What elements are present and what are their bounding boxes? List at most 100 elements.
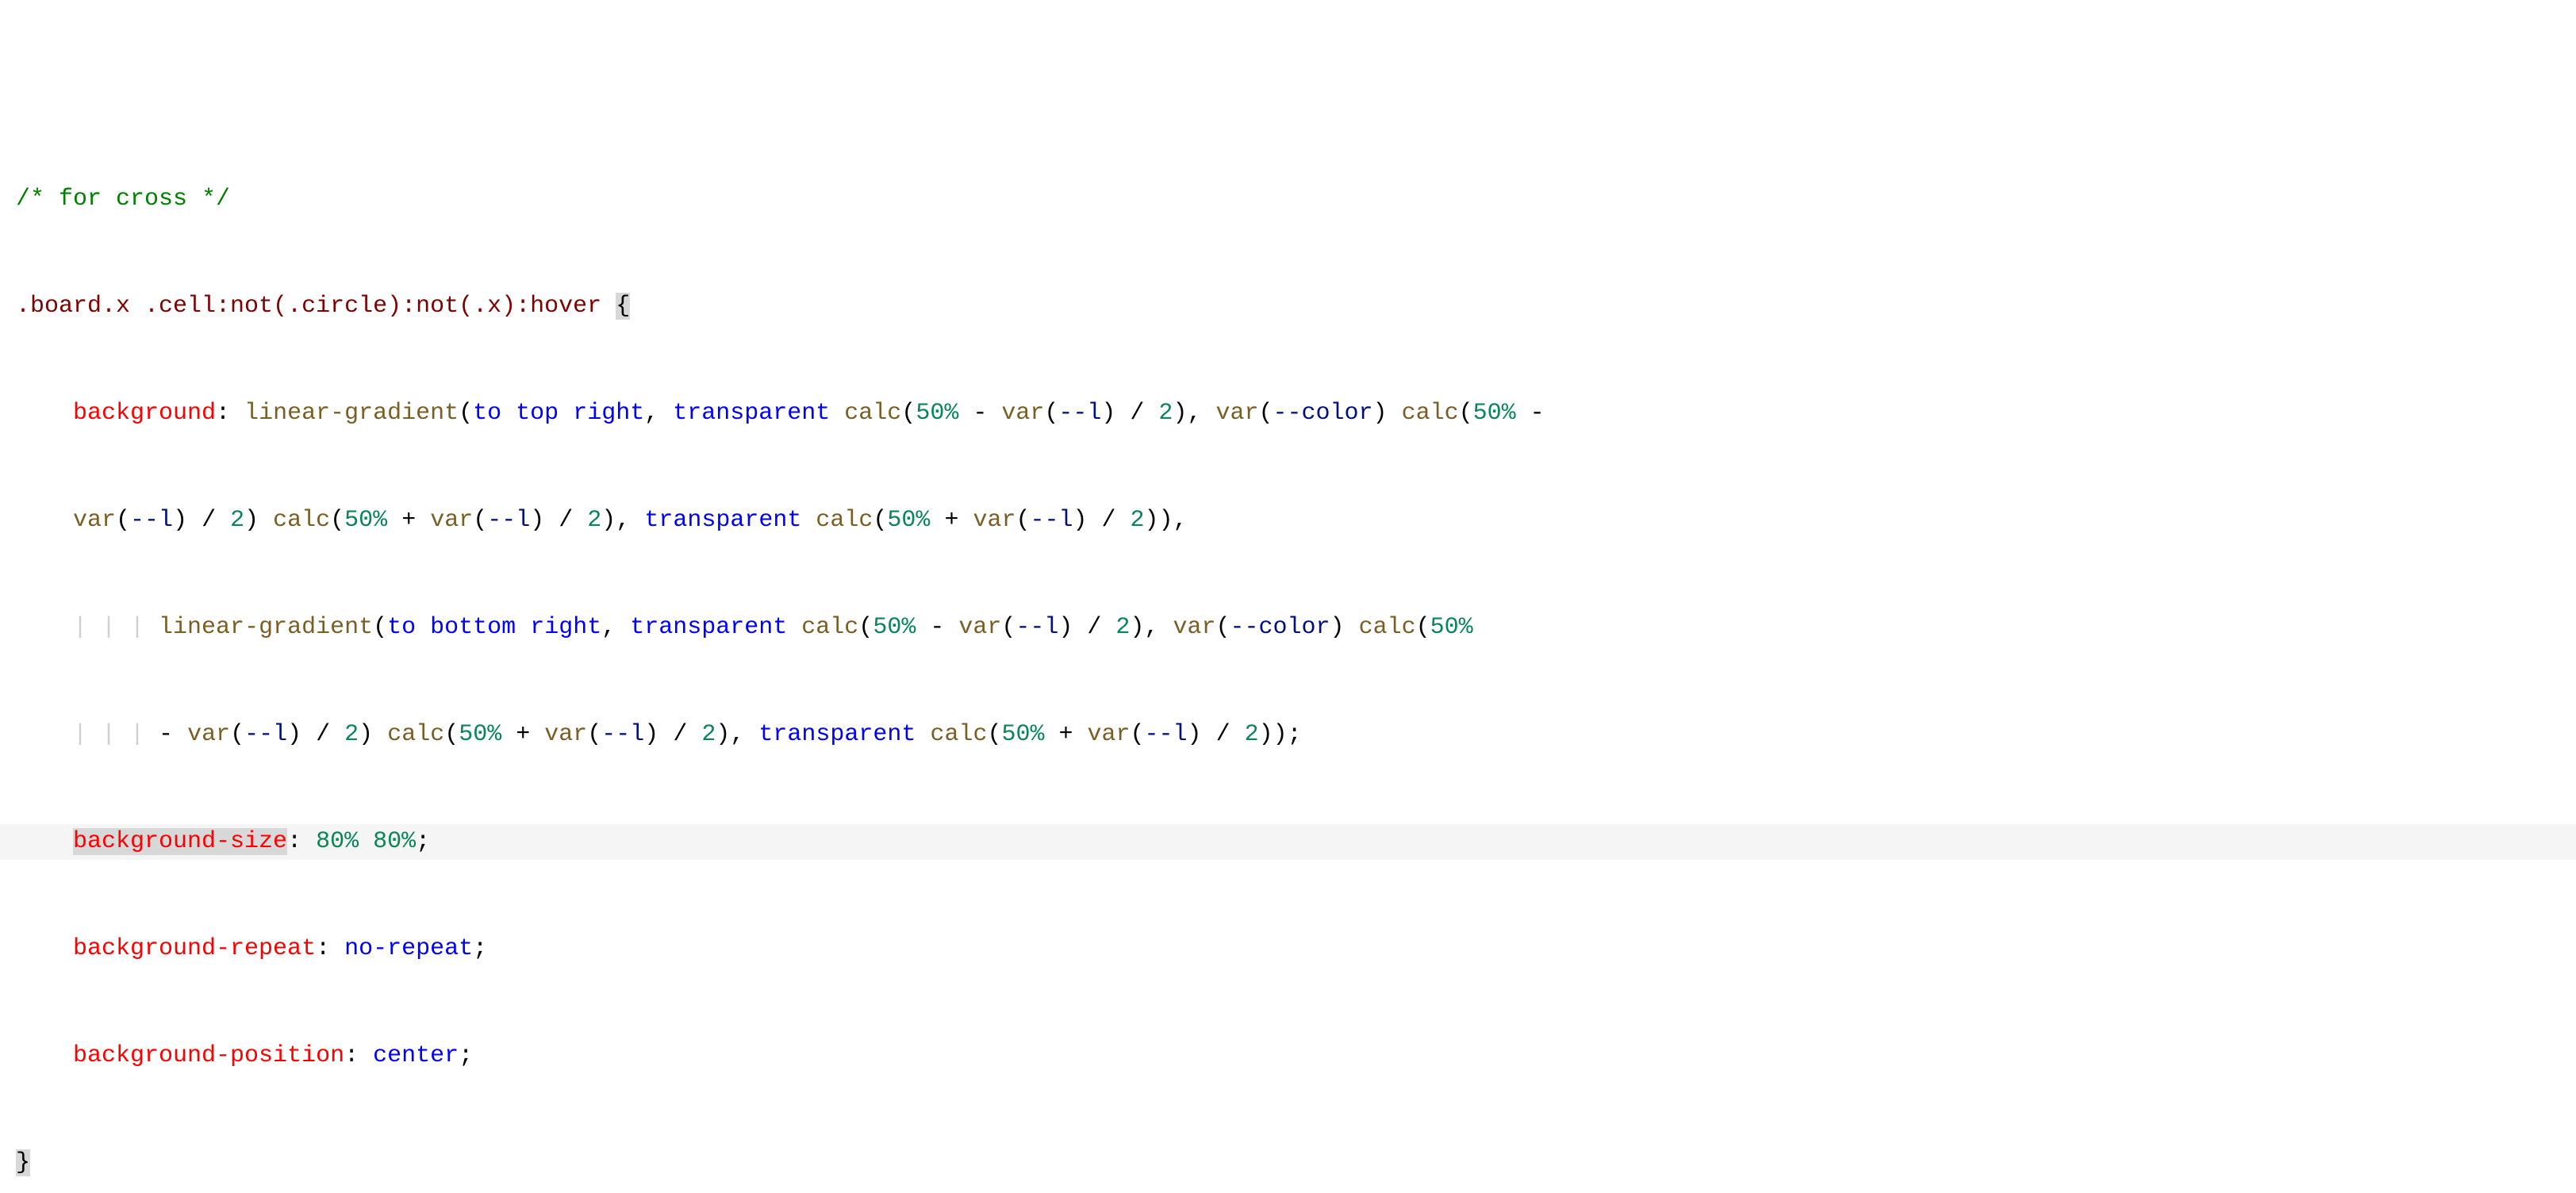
space <box>259 507 273 534</box>
semicolon: ; <box>416 828 430 855</box>
brace-close: } <box>16 1149 30 1176</box>
whitespace <box>601 293 616 320</box>
comma: , <box>601 614 630 641</box>
func-token: calc <box>273 507 330 534</box>
space <box>559 400 573 427</box>
semicolon: ; <box>1288 721 1302 748</box>
paren-open: ( <box>987 721 1001 748</box>
var-token: --l <box>1030 507 1073 534</box>
operator: + <box>1044 721 1087 748</box>
selector-token: .board.x .cell <box>16 293 216 320</box>
code-line[interactable]: | | | - var(--l) / 2) calc(50% + var(--l… <box>0 717 2576 753</box>
space <box>516 614 530 641</box>
value-token: no-repeat <box>344 935 473 962</box>
number-token: 50% <box>873 614 916 641</box>
comment-token: /* for cross */ <box>16 186 230 213</box>
indent <box>16 507 73 534</box>
operator: / <box>301 721 344 748</box>
keyword-token: transparent <box>644 507 801 534</box>
paren-open: ( <box>858 614 873 641</box>
semicolon: ; <box>459 1042 473 1069</box>
operator: + <box>930 507 973 534</box>
paren-close: ) <box>1188 721 1202 748</box>
func-token: var <box>187 721 230 748</box>
operator: / <box>1073 614 1115 641</box>
pseudo-token: :not( <box>216 293 287 320</box>
func-token: calc <box>387 721 444 748</box>
func-token: linear-gradient <box>159 614 373 641</box>
paren-close: ) <box>1058 614 1073 641</box>
paren-open: ( <box>230 721 244 748</box>
space <box>830 400 844 427</box>
selector-token: .circle <box>287 293 387 320</box>
func-token: var <box>1001 400 1044 427</box>
property-token: background-repeat <box>73 935 316 962</box>
semicolon: ; <box>473 935 487 962</box>
pseudo-token: ):hover <box>501 293 601 320</box>
code-line-highlighted[interactable]: background-size: 80% 80%; <box>0 824 2576 860</box>
operator: - <box>916 614 958 641</box>
var-token: --l <box>487 507 530 534</box>
paren-open: ( <box>1215 614 1230 641</box>
property-token: background-size <box>73 828 287 855</box>
number-token: 50% <box>344 507 387 534</box>
paren-close: ) <box>359 721 373 748</box>
indent <box>16 935 73 962</box>
paren-open: ( <box>330 507 344 534</box>
number-token: 50% <box>887 507 930 534</box>
code-line[interactable]: background-position: center; <box>0 1038 2576 1074</box>
space <box>801 507 816 534</box>
func-token: calc <box>930 721 987 748</box>
number-token: 2 <box>587 507 601 534</box>
number-token: 2 <box>1115 614 1130 641</box>
space <box>501 400 516 427</box>
func-token: var <box>73 507 116 534</box>
number-token: 2 <box>1131 507 1145 534</box>
keyword-token: to <box>387 614 416 641</box>
var-token: --l <box>1015 614 1058 641</box>
var-token: --l <box>1058 400 1101 427</box>
brace-open: { <box>616 293 630 320</box>
indent <box>16 1042 73 1069</box>
indent-guide: | | | <box>73 721 159 748</box>
selector-token: .x <box>473 293 501 320</box>
punct: : <box>344 1042 373 1069</box>
func-token: var <box>1215 400 1258 427</box>
number-token: 2 <box>230 507 244 534</box>
keyword-token: bottom <box>430 614 516 641</box>
comma: , <box>1187 400 1215 427</box>
func-token: var <box>973 507 1015 534</box>
code-line[interactable]: .board.x .cell:not(.circle):not(.x):hove… <box>0 289 2576 324</box>
code-line[interactable]: background: linear-gradient(to top right… <box>0 396 2576 432</box>
number-token: 50% <box>459 721 501 748</box>
paren-close: ) <box>244 507 259 534</box>
code-line[interactable]: /* for cross */ <box>0 182 2576 217</box>
pseudo-token: ):not( <box>387 293 473 320</box>
operator: / <box>544 507 587 534</box>
func-token: linear-gradient <box>244 400 459 427</box>
code-line[interactable]: | | | linear-gradient(to bottom right, t… <box>0 610 2576 646</box>
paren-open: ( <box>1015 507 1030 534</box>
keyword-token: transparent <box>673 400 830 427</box>
keyword-token: transparent <box>630 614 787 641</box>
paren-close: ) <box>530 507 544 534</box>
paren-open: ( <box>116 507 130 534</box>
operator: - <box>958 400 1001 427</box>
space <box>916 721 930 748</box>
indent <box>16 614 73 641</box>
paren-open: ( <box>1416 614 1430 641</box>
paren-open: ( <box>587 721 601 748</box>
code-line[interactable]: } <box>0 1145 2576 1181</box>
paren-close: ) <box>1273 721 1288 748</box>
func-token: calc <box>844 400 901 427</box>
var-token: --color <box>1230 614 1330 641</box>
space <box>787 614 801 641</box>
paren-close: ) <box>601 507 616 534</box>
paren-open: ( <box>873 507 887 534</box>
func-token: calc <box>1402 400 1459 427</box>
operator: / <box>1088 507 1131 534</box>
number-token: 2 <box>344 721 359 748</box>
code-line[interactable]: background-repeat: no-repeat; <box>0 931 2576 967</box>
space <box>1388 400 1402 427</box>
code-line[interactable]: var(--l) / 2) calc(50% + var(--l) / 2), … <box>0 503 2576 539</box>
